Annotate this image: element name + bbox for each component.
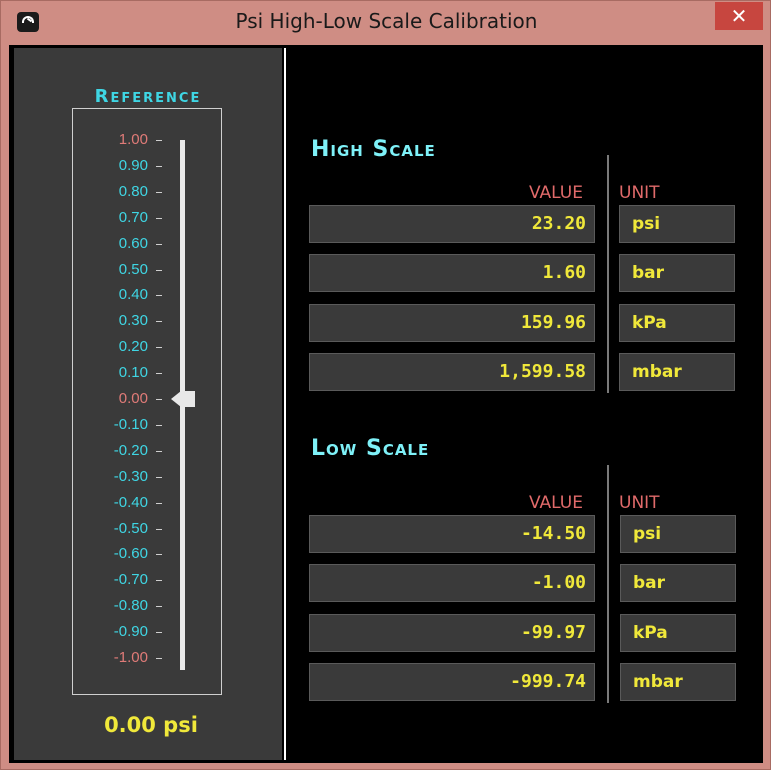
tick-mark <box>156 554 162 556</box>
high-unit-header: UNIT <box>619 183 660 203</box>
tick-label: -1.00 <box>113 649 148 666</box>
low-value-field[interactable]: -14.50 <box>309 515 595 553</box>
panel-divider <box>284 48 286 760</box>
reference-readout: 0.00 psi <box>104 713 198 737</box>
low-unit-field: mbar <box>620 663 736 701</box>
tick-mark <box>156 217 162 219</box>
tick-label: -0.50 <box>113 519 148 537</box>
tick-label: -0.70 <box>113 571 148 589</box>
tick-mark <box>156 476 162 478</box>
tick-mark <box>156 165 162 167</box>
tick-mark <box>156 243 162 245</box>
tick-mark <box>156 450 162 452</box>
title-bar[interactable]: Psi High-Low Scale Calibration ✕ <box>1 1 771 45</box>
high-value-field[interactable]: 1,599.58 <box>309 353 595 391</box>
tick-label: -0.20 <box>113 441 148 459</box>
tick-mark <box>156 321 162 323</box>
high-value-field[interactable]: 159.96 <box>309 304 595 342</box>
tick-mark <box>156 373 162 375</box>
high-unit-field: kPa <box>619 304 735 342</box>
tick-label: 0.70 <box>118 208 148 226</box>
tick-label: 1.00 <box>118 131 148 148</box>
close-button[interactable]: ✕ <box>715 2 763 30</box>
client-area: Reference 1.00 0.90 0.80 0.70 0.60 0.50 0.40 0.… <box>9 45 763 763</box>
low-unit-field: bar <box>620 564 736 602</box>
tick-mark <box>156 424 162 426</box>
tick-mark <box>156 528 162 530</box>
tick-mark <box>156 191 162 193</box>
tick-mark <box>156 347 162 349</box>
tick-mark <box>156 658 162 659</box>
reference-title: Reference <box>94 86 202 107</box>
tick-label: 0.40 <box>118 286 148 304</box>
window-title: Psi High-Low Scale Calibration <box>235 9 538 33</box>
tick-label: -0.80 <box>113 597 148 615</box>
tick-label: 0.90 <box>118 156 148 174</box>
high-scale-title: High Scale <box>311 137 436 162</box>
low-unit-field: kPa <box>620 614 736 652</box>
low-value-header: VALUE <box>529 493 583 513</box>
high-value-field[interactable]: 1.60 <box>309 254 595 292</box>
app-window: Psi High-Low Scale Calibration ✕ Referen… <box>0 0 771 770</box>
tick-label: -0.60 <box>113 545 148 563</box>
high-unit-field: mbar <box>619 353 735 391</box>
low-unit-field: psi <box>620 515 736 553</box>
tick-label: -0.40 <box>113 493 148 511</box>
tick-label: 0.50 <box>118 260 148 278</box>
tick-mark <box>156 269 162 271</box>
tick-label: 0.80 <box>118 182 148 200</box>
low-value-field[interactable]: -99.97 <box>309 614 595 652</box>
tick-label: -0.30 <box>113 467 148 485</box>
low-unit-header: UNIT <box>619 493 660 513</box>
low-column-divider <box>607 465 609 703</box>
tick-mark <box>156 295 162 297</box>
tick-label: -0.10 <box>113 415 148 433</box>
high-unit-field: bar <box>619 254 735 292</box>
reference-panel: Reference 1.00 0.90 0.80 0.70 0.60 0.50 0.40 0.… <box>14 48 282 760</box>
low-scale-title: Low Scale <box>311 436 430 461</box>
low-value-field[interactable]: -1.00 <box>309 564 595 602</box>
tick-label: -0.90 <box>113 623 148 641</box>
tick-label: 0.20 <box>118 338 148 356</box>
tick-mark <box>156 632 162 634</box>
tick-mark <box>156 399 162 400</box>
tick-label: 0.60 <box>118 234 148 252</box>
tick-mark <box>156 606 162 608</box>
tick-mark <box>156 502 162 504</box>
high-column-divider <box>607 155 609 393</box>
tick-mark <box>156 580 162 582</box>
low-value-field[interactable]: -999.74 <box>309 663 595 701</box>
high-value-header: VALUE <box>529 183 583 203</box>
tick-mark <box>156 140 162 141</box>
tick-label: 0.10 <box>118 364 148 382</box>
high-unit-field: psi <box>619 205 735 243</box>
tick-label: 0.00 <box>118 390 148 407</box>
tick-label: 0.30 <box>118 312 148 330</box>
slider-thumb[interactable] <box>171 391 195 407</box>
high-value-field[interactable]: 23.20 <box>309 205 595 243</box>
